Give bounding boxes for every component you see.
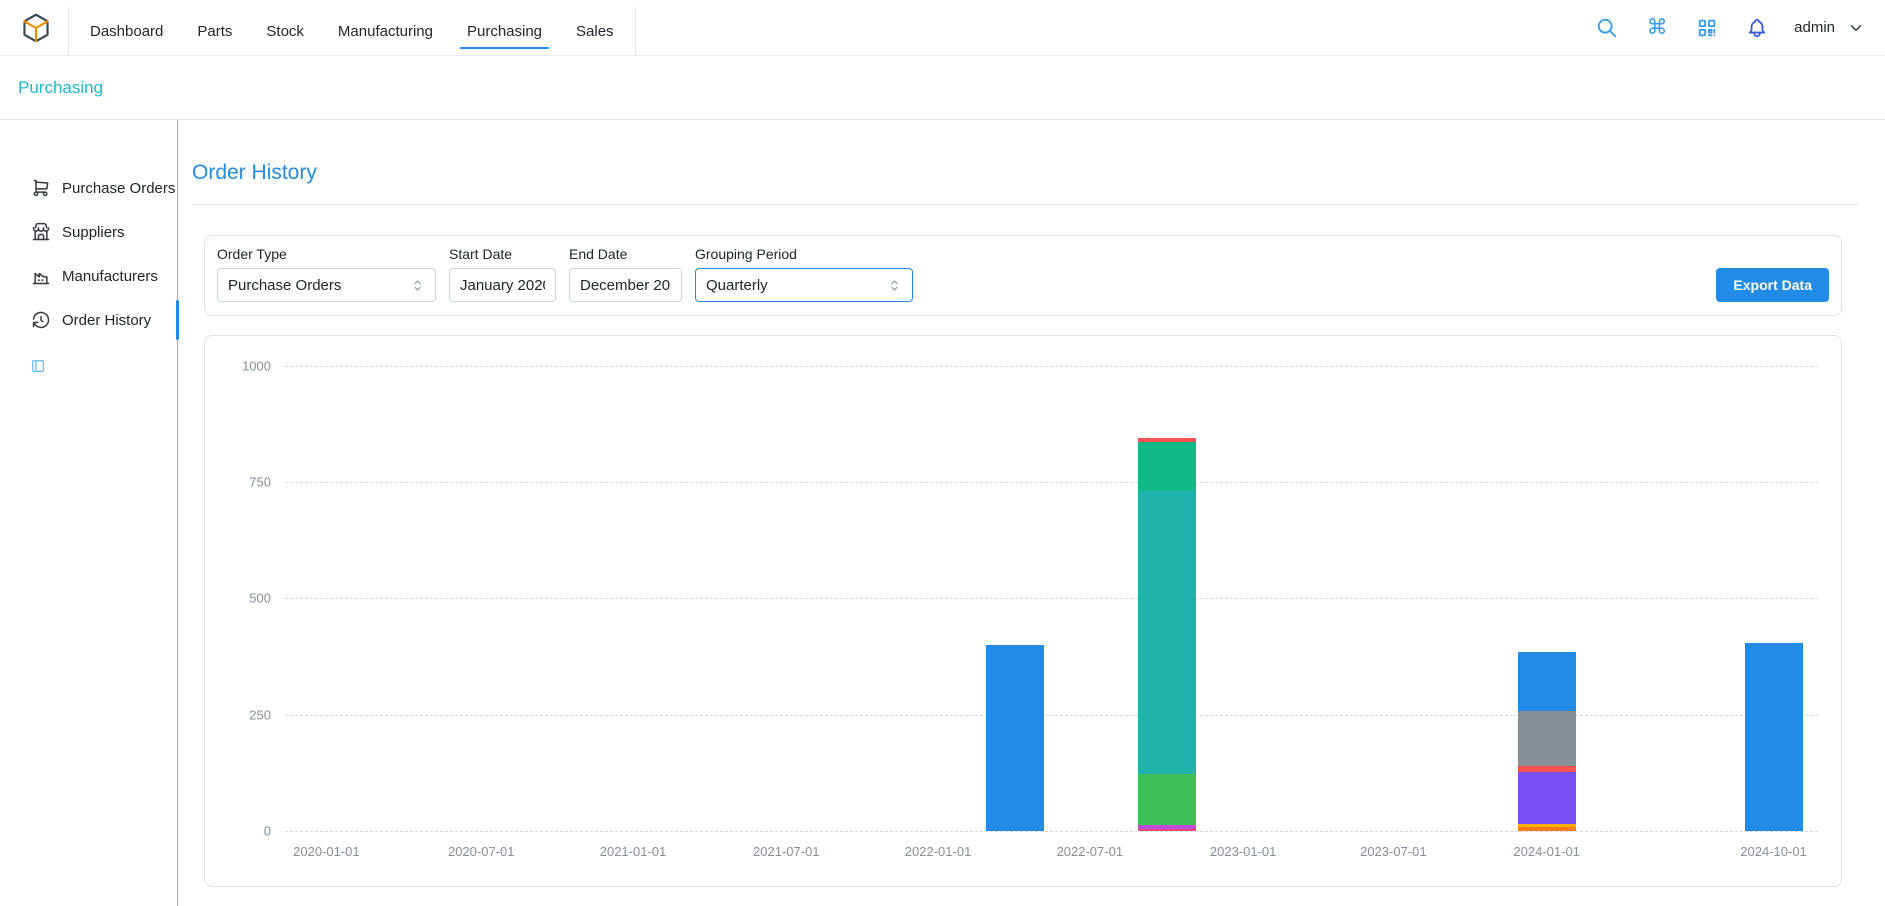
breadcrumb-bar: Purchasing	[0, 56, 1885, 120]
username: admin	[1794, 19, 1835, 36]
bar-segment	[1138, 774, 1196, 825]
top-navbar: Dashboard Parts Stock Manufacturing Purc…	[0, 0, 1885, 56]
gridline	[285, 482, 1818, 483]
y-axis-label: 0	[223, 824, 271, 839]
grouping-period-value: Quarterly	[706, 277, 768, 294]
start-date-input[interactable]	[449, 268, 556, 302]
bar-segment	[1138, 491, 1196, 774]
selector-icon	[410, 278, 425, 293]
selector-icon	[887, 278, 902, 293]
tab-purchasing[interactable]: Purchasing	[450, 7, 559, 55]
x-axis-label: 2020-01-01	[293, 844, 360, 859]
x-axis-label: 2024-10-01	[1740, 844, 1807, 859]
bar-segment	[1745, 643, 1803, 832]
sidebar-item-order-history[interactable]: Order History	[0, 298, 177, 342]
bar-segment	[1518, 652, 1576, 711]
order-type-field: Order Type Purchase Orders	[217, 246, 436, 302]
chart-plot: 025050075010002020-01-012020-07-012021-0…	[285, 354, 1818, 831]
bar-segment	[1518, 772, 1576, 824]
tab-dashboard[interactable]: Dashboard	[73, 7, 180, 55]
y-axis-label: 250	[223, 707, 271, 722]
command-glyph: ⌘	[1647, 17, 1668, 38]
sidebar-item-purchase-orders[interactable]: Purchase Orders	[0, 166, 177, 210]
start-date-label: Start Date	[449, 246, 556, 262]
history-icon	[31, 310, 51, 330]
chart-bar[interactable]	[1745, 643, 1803, 832]
filter-card: Order Type Purchase Orders Start Date En…	[204, 235, 1842, 316]
order-type-label: Order Type	[217, 246, 436, 262]
start-date-field: Start Date	[449, 246, 556, 302]
search-icon[interactable]	[1594, 15, 1620, 41]
gridline	[285, 715, 1818, 716]
tab-manufacturing[interactable]: Manufacturing	[321, 7, 450, 55]
x-axis-label: 2024-01-01	[1513, 844, 1580, 859]
bar-segment	[1138, 829, 1196, 831]
main-nav-tabs: Dashboard Parts Stock Manufacturing Purc…	[68, 7, 636, 55]
x-axis-label: 2022-07-01	[1057, 844, 1124, 859]
chevron-down-icon	[1847, 19, 1865, 37]
barcode-scan-icon[interactable]	[1694, 15, 1720, 41]
y-axis-label: 1000	[223, 358, 271, 373]
breadcrumb-purchasing[interactable]: Purchasing	[18, 78, 103, 98]
chart-card: 0 250 500 750 1000 2020-01-01 2020-07-01 2021-0…	[204, 335, 1842, 887]
grouping-period-field: Grouping Period Quarterly	[695, 246, 913, 302]
chart-bar[interactable]	[1138, 438, 1196, 831]
gridline	[285, 366, 1818, 367]
gridline	[285, 831, 1818, 832]
x-axis-label: 2022-01-01	[905, 844, 972, 859]
grouping-period-label: Grouping Period	[695, 246, 913, 262]
sidebar-item-label: Manufacturers	[62, 268, 158, 285]
main-content: Order History Order Type Purchase Orders…	[178, 120, 1885, 906]
page-title: Order History	[192, 160, 1859, 186]
bar-segment	[1518, 827, 1576, 831]
y-axis-label: 750	[223, 474, 271, 489]
x-axis-label: 2023-07-01	[1360, 844, 1427, 859]
building-store-icon	[31, 222, 51, 242]
shopping-cart-icon	[31, 178, 51, 198]
sidebar-item-suppliers[interactable]: Suppliers	[0, 210, 177, 254]
order-type-select[interactable]: Purchase Orders	[217, 268, 436, 302]
end-date-label: End Date	[569, 246, 682, 262]
tab-sales[interactable]: Sales	[559, 7, 631, 55]
app-logo-icon[interactable]	[20, 12, 52, 44]
tab-stock[interactable]: Stock	[249, 7, 321, 55]
tab-parts[interactable]: Parts	[180, 7, 249, 55]
end-date-input[interactable]	[569, 268, 682, 302]
chart-bar[interactable]	[1518, 652, 1576, 831]
bar-segment	[1518, 711, 1576, 766]
gridline	[285, 598, 1818, 599]
bar-segment	[986, 645, 1044, 831]
sidebar-item-label: Purchase Orders	[62, 180, 175, 197]
x-axis-label: 2021-07-01	[753, 844, 820, 859]
x-axis-label: 2020-07-01	[448, 844, 515, 859]
x-axis-label: 2023-01-01	[1210, 844, 1277, 859]
y-axis-label: 500	[223, 591, 271, 606]
chart-bar[interactable]	[986, 645, 1044, 831]
sidebar-collapse-icon[interactable]	[30, 358, 46, 377]
sidebar-item-label: Order History	[62, 312, 151, 329]
end-date-field: End Date	[569, 246, 682, 302]
sidebar-item-manufacturers[interactable]: Manufacturers	[0, 254, 177, 298]
title-divider	[192, 204, 1859, 205]
building-factory-icon	[31, 266, 51, 286]
notifications-bell-icon[interactable]	[1744, 15, 1770, 41]
bar-segment	[1138, 442, 1196, 491]
export-data-button[interactable]: Export Data	[1716, 268, 1829, 302]
command-palette-icon[interactable]: ⌘	[1644, 15, 1670, 41]
sidebar-item-label: Suppliers	[62, 224, 125, 241]
grouping-period-select[interactable]: Quarterly	[695, 268, 913, 302]
sidebar: Purchase Orders Suppliers Manufacturers …	[0, 120, 178, 906]
x-axis-label: 2021-01-01	[600, 844, 667, 859]
navbar-actions: ⌘ admin	[1594, 15, 1865, 41]
user-menu[interactable]: admin	[1794, 19, 1865, 37]
order-type-value: Purchase Orders	[228, 277, 341, 294]
